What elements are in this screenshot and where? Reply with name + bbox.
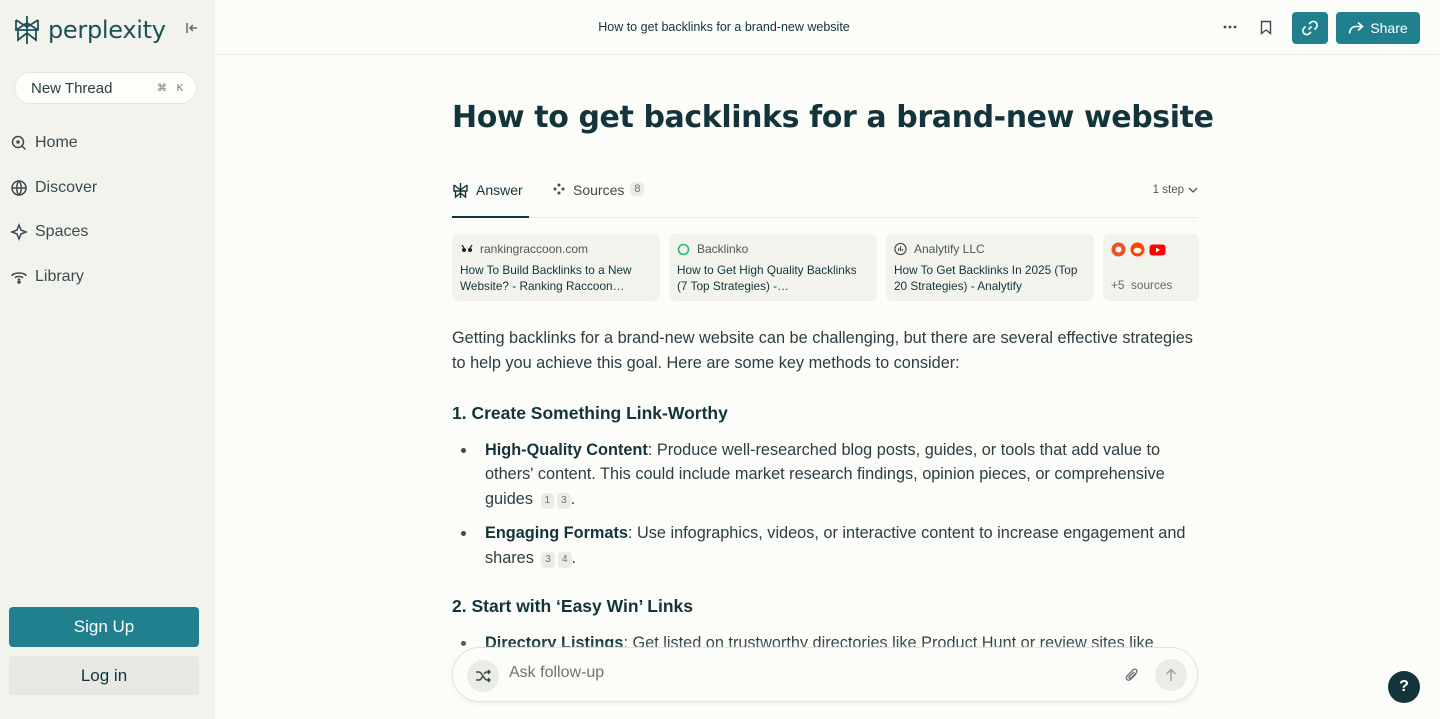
new-thread-button[interactable]: New Thread ⌘ K xyxy=(14,72,197,104)
more-sources-label: sources xyxy=(1131,278,1173,292)
sidebar-item-spaces[interactable]: Spaces xyxy=(10,217,206,247)
citation-badge[interactable]: 1 xyxy=(540,492,555,509)
sidebar-item-label: Discover xyxy=(35,178,98,196)
tab-sources-label: Sources xyxy=(573,182,625,198)
analytify-favicon-icon xyxy=(894,242,907,256)
steps-toggle[interactable]: 1 step xyxy=(1153,184,1198,196)
spaces-icon xyxy=(10,223,28,241)
logo[interactable]: perplexity xyxy=(12,14,166,46)
collapse-sidebar-icon[interactable] xyxy=(184,20,204,38)
backlinko-favicon-icon xyxy=(677,243,690,256)
favicon-orange-icon xyxy=(1111,242,1126,257)
perplexity-answer-icon xyxy=(453,183,468,199)
library-icon xyxy=(11,271,27,284)
k-key: K xyxy=(176,82,184,94)
answer-tabs: Answer Sources 8 1 step xyxy=(452,178,1198,218)
citation-badge[interactable]: 3 xyxy=(541,551,555,568)
shuffle-button[interactable] xyxy=(467,660,499,692)
source-card[interactable]: Analytify LLC How To Get Backlinks In 20… xyxy=(886,234,1094,301)
sidebar: perplexity New Thread ⌘ K Home Discover … xyxy=(0,0,215,719)
help-button[interactable]: ? xyxy=(1388,671,1420,703)
share-icon xyxy=(1349,21,1365,34)
answer-intro: Getting backlinks for a brand-new websit… xyxy=(452,329,1193,372)
answer-content: Getting backlinks for a brand-new websit… xyxy=(452,326,1198,679)
chevron-down-icon xyxy=(1188,187,1198,193)
sidebar-item-label: Library xyxy=(35,267,84,285)
copy-link-button[interactable] xyxy=(1292,12,1328,44)
source-title: How To Build Backlinks to a New Website?… xyxy=(460,263,632,293)
cmd-key: ⌘ xyxy=(157,82,167,94)
source-site: rankingraccoon.com xyxy=(480,242,589,256)
brand-name: perplexity xyxy=(48,16,166,44)
section-heading: 1. Create Something Link-Worthy xyxy=(452,403,728,423)
sources-icon xyxy=(553,183,565,195)
reddit-icon xyxy=(1130,242,1145,257)
source-site: Analytify LLC xyxy=(914,242,985,256)
section-list: High-Quality Content: Produce well-resea… xyxy=(452,438,1198,571)
thread-title-header: How to get backlinks for a brand-new web… xyxy=(598,20,850,34)
sidebar-item-discover[interactable]: Discover xyxy=(10,173,206,203)
list-item: Engaging Formats: Use infographics, vide… xyxy=(452,521,1198,570)
citation-badge[interactable]: 3 xyxy=(557,492,571,509)
share-button[interactable]: Share xyxy=(1336,12,1420,44)
bullet-title: High-Quality Content xyxy=(485,440,648,459)
source-title: How to Get High Quality Backlinks (7 Top… xyxy=(677,263,857,293)
link-icon xyxy=(1302,20,1318,36)
attach-icon[interactable] xyxy=(1121,664,1143,686)
sidebar-item-label: Spaces xyxy=(35,223,89,240)
tab-answer[interactable]: Answer xyxy=(452,178,529,218)
perplexity-logo-icon xyxy=(15,16,39,44)
arrow-up-icon xyxy=(1165,668,1177,681)
sidebar-nav: Home Discover Spaces Library xyxy=(10,128,206,306)
steps-label: 1 step xyxy=(1152,184,1184,196)
sign-up-button[interactable]: Sign Up xyxy=(9,607,199,647)
more-sources-card[interactable]: +5 sources xyxy=(1103,234,1199,301)
sidebar-item-home[interactable]: Home xyxy=(10,128,206,158)
source-card[interactable]: rankingraccoon.com How To Build Backlink… xyxy=(452,234,660,301)
page-title: How to get backlinks for a brand-new web… xyxy=(452,100,1214,135)
submit-button[interactable] xyxy=(1155,659,1187,691)
bullet-end: . xyxy=(571,548,577,567)
follow-up-input[interactable] xyxy=(509,664,1109,682)
tab-sources[interactable]: Sources 8 xyxy=(552,178,645,218)
citation-badge[interactable]: 4 xyxy=(557,551,572,568)
shuffle-icon xyxy=(476,669,491,683)
shortcut-hint: ⌘ K xyxy=(156,83,186,94)
more-sources-count: +5 xyxy=(1111,278,1125,292)
bullet-end: . xyxy=(570,489,576,508)
bookmark-icon[interactable] xyxy=(1255,16,1277,38)
new-thread-label: New Thread xyxy=(31,79,113,97)
list-item: High-Quality Content: Produce well-resea… xyxy=(452,438,1198,512)
youtube-icon xyxy=(1149,244,1166,256)
globe-icon xyxy=(11,179,27,196)
source-site: Backlinko xyxy=(697,242,749,256)
sidebar-item-label: Home xyxy=(35,134,78,151)
sidebar-item-library[interactable]: Library xyxy=(10,262,206,292)
follow-up-bar xyxy=(452,647,1198,702)
tab-answer-label: Answer xyxy=(476,182,523,198)
more-sources-text: +5 sources xyxy=(1111,278,1191,292)
more-options-icon[interactable] xyxy=(1219,16,1241,38)
raccoon-favicon-icon xyxy=(460,243,473,256)
source-cards: rankingraccoon.com How To Build Backlink… xyxy=(452,234,1199,301)
bullet-title: Engaging Formats xyxy=(485,524,628,542)
search-icon xyxy=(11,135,27,151)
share-label: Share xyxy=(1370,20,1408,36)
source-card[interactable]: Backlinko How to Get High Quality Backli… xyxy=(669,234,877,301)
sources-count-badge: 8 xyxy=(630,182,645,196)
top-bar: How to get backlinks for a brand-new web… xyxy=(215,0,1440,55)
source-title: How To Get Backlinks In 2025 (Top 20 Str… xyxy=(894,263,1078,293)
section-heading: 2. Start with ‘Easy Win’ Links xyxy=(452,596,694,616)
log-in-button[interactable]: Log in xyxy=(9,656,199,695)
